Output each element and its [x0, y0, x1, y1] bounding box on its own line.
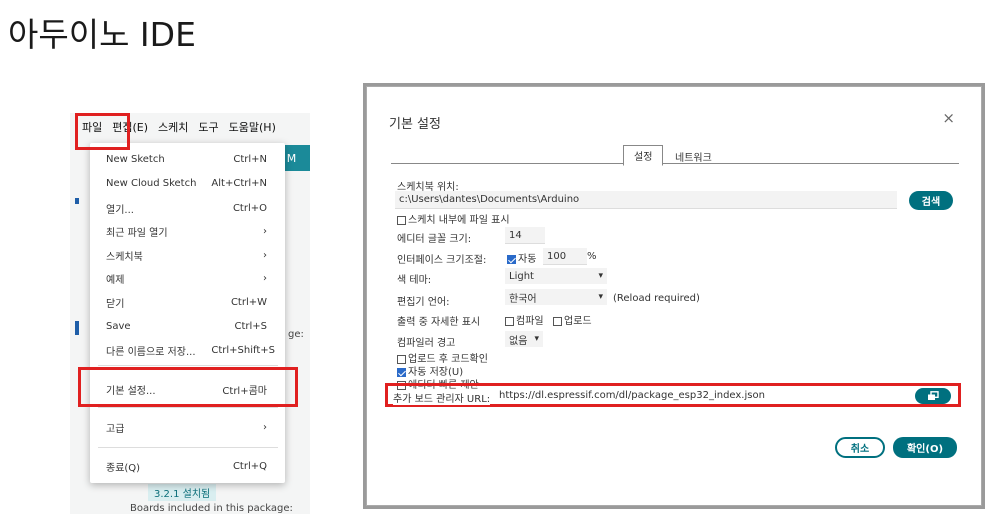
auto-scale-checkbox[interactable] — [507, 254, 516, 264]
theme-label: 색 테마: — [397, 275, 432, 286]
menu-item-open[interactable]: 열기... Ctrl+O — [90, 198, 285, 218]
menu-tools[interactable]: 도구 — [198, 119, 218, 135]
menu-sketch[interactable]: 스케치 — [158, 119, 188, 135]
menu-item-new-cloud-sketch[interactable]: New Cloud Sketch Alt+Ctrl+N — [90, 173, 285, 193]
close-icon[interactable]: × — [942, 109, 955, 127]
language-select[interactable]: 한국어 ▾ — [505, 289, 607, 305]
boards-included-text: Boards included in this package: — [130, 503, 293, 514]
board-url-input[interactable]: https://dl.espressif.com/dl/package_esp3… — [499, 390, 765, 401]
verbose-upload-option[interactable]: 업로드 — [553, 312, 592, 327]
menu-item-save-as[interactable]: 다른 이름으로 저장... Ctrl+Shift+S — [90, 340, 285, 360]
chevron-down-icon: ▾ — [598, 271, 603, 281]
menu-item-examples[interactable]: 예제 › — [90, 268, 285, 288]
interface-scale-label: 인터페이스 크기조절: — [397, 255, 487, 266]
menu-separator — [98, 407, 278, 408]
ok-button[interactable]: 확인(O) — [893, 437, 957, 458]
verbose-compile-checkbox[interactable] — [505, 316, 514, 326]
browse-button[interactable]: 검색 — [909, 191, 953, 210]
sketchbook-path-input[interactable]: c:\Users\dantes\Documents\Arduino — [395, 191, 897, 209]
verbose-compile-option[interactable]: 컴파일 — [505, 312, 544, 327]
installed-badge: 3.2.1 설치됨 — [148, 484, 217, 501]
cancel-button[interactable]: 취소 — [835, 437, 885, 458]
chevron-right-icon: › — [263, 249, 267, 261]
chevron-right-icon: › — [263, 272, 267, 284]
highlight-preferences — [78, 367, 298, 407]
menu-separator — [98, 365, 278, 366]
menu-item-open-recent[interactable]: 최근 파일 열기 › — [90, 221, 285, 241]
menu-item-new-sketch[interactable]: New Sketch Ctrl+N — [90, 149, 285, 169]
file-menu-screenshot: 파일 편집(E) 스케치 도구 도움말(H) er M ge: 3.2.1 설치… — [70, 113, 310, 514]
chevron-right-icon: › — [263, 225, 267, 237]
chevron-down-icon: ▾ — [534, 334, 539, 344]
reload-note: (Reload required) — [613, 293, 700, 304]
menu-item-save[interactable]: Save Ctrl+S — [90, 316, 285, 336]
auto-scale-option[interactable]: 자동 — [507, 250, 536, 265]
sidebar-marker — [75, 321, 79, 335]
language-label: 편집기 언어: — [397, 297, 450, 308]
show-files-checkbox[interactable] — [397, 215, 406, 225]
menu-separator — [98, 447, 278, 448]
chevron-down-icon: ▾ — [598, 292, 603, 302]
menu-help[interactable]: 도움말(H) — [229, 119, 276, 135]
edit-urls-button[interactable] — [915, 388, 951, 404]
page-title: 아두이노 IDE — [8, 15, 196, 54]
dialog-title: 기본 설정 — [389, 117, 441, 132]
percent-label: % — [587, 251, 597, 262]
scale-input[interactable]: 100 — [543, 248, 587, 265]
background-text: ge: — [288, 329, 304, 340]
board-url-label: 추가 보드 관리자 URL: — [393, 390, 491, 405]
compiler-warnings-label: 컴파일러 경고 — [397, 338, 456, 349]
verbose-upload-checkbox[interactable] — [553, 316, 562, 326]
menu-item-quit[interactable]: 종료(Q) Ctrl+Q — [90, 456, 285, 476]
menu-item-advanced[interactable]: 고급 › — [90, 417, 285, 437]
file-menu: New Sketch Ctrl+N New Cloud Sketch Alt+Ctr… — [90, 143, 285, 483]
highlight-file-menu — [75, 113, 130, 150]
editor-font-label: 에디터 글꼴 크기: — [397, 234, 472, 245]
warnings-select[interactable]: 없음 ▾ — [505, 331, 543, 347]
chevron-right-icon: › — [263, 421, 267, 433]
preferences-dialog: 기본 설정 × 설정 네트워크 스케치북 위치: c:\Users\dantes… — [366, 86, 982, 506]
verbose-label: 출력 중 자세한 표시 — [397, 317, 481, 328]
editor-font-size-input[interactable]: 14 — [505, 227, 545, 244]
theme-select[interactable]: Light ▾ — [505, 268, 607, 284]
menu-item-sketchbook[interactable]: 스케치북 › — [90, 245, 285, 265]
menu-item-close[interactable]: 닫기 Ctrl+W — [90, 292, 285, 312]
show-files-option[interactable]: 스케치 내부에 파일 표시 — [397, 211, 510, 226]
sidebar-marker — [75, 198, 79, 204]
tab-network[interactable]: 네트워크 — [675, 149, 712, 164]
window-icon — [928, 391, 939, 400]
tab-settings[interactable]: 설정 — [623, 145, 664, 166]
